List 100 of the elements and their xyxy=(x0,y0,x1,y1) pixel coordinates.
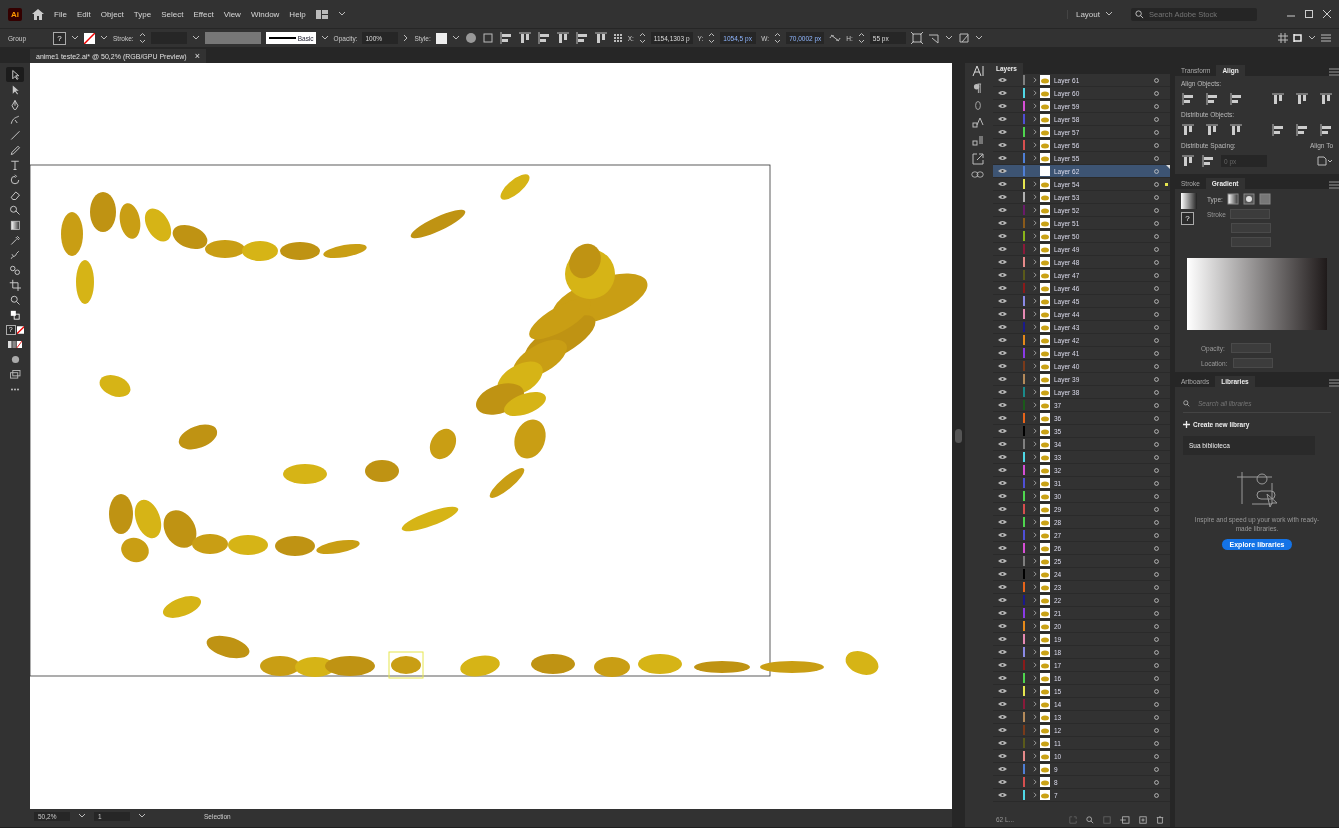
links-icon[interactable] xyxy=(971,171,984,178)
menu-item[interactable]: View xyxy=(223,7,241,21)
target-circle-icon[interactable] xyxy=(1153,506,1159,512)
expand-chevron-icon[interactable] xyxy=(1033,376,1037,382)
visibility-eye-icon[interactable] xyxy=(997,90,1007,96)
target-circle-icon[interactable] xyxy=(1153,597,1159,603)
visibility-eye-icon[interactable] xyxy=(997,350,1007,356)
visibility-eye-icon[interactable] xyxy=(997,441,1007,447)
target-circle-icon[interactable] xyxy=(1153,727,1159,733)
align-icon[interactable] xyxy=(1295,92,1309,106)
visibility-eye-icon[interactable] xyxy=(997,181,1007,187)
menu-item[interactable]: Type xyxy=(133,7,152,21)
target-circle-icon[interactable] xyxy=(1153,350,1159,356)
visibility-eye-icon[interactable] xyxy=(997,662,1007,668)
menu-item[interactable]: Select xyxy=(161,7,184,21)
target-circle-icon[interactable] xyxy=(1153,454,1159,460)
expand-chevron-icon[interactable] xyxy=(1033,714,1037,720)
chevron-down-icon[interactable] xyxy=(71,35,79,41)
expand-chevron-icon[interactable] xyxy=(1033,246,1037,252)
stepper-icon[interactable] xyxy=(857,32,865,44)
freeform-gradient-icon[interactable] xyxy=(1258,193,1271,205)
expand-chevron-icon[interactable] xyxy=(1033,194,1037,200)
vertical-scrollbar[interactable] xyxy=(952,63,965,827)
menu-item[interactable]: Edit xyxy=(76,7,91,21)
target-circle-icon[interactable] xyxy=(1153,233,1159,239)
screen-mode-icon[interactable] xyxy=(9,370,21,379)
align-icon[interactable] xyxy=(1181,154,1195,168)
expand-chevron-icon[interactable] xyxy=(1033,792,1037,798)
visibility-eye-icon[interactable] xyxy=(997,168,1007,174)
align-icon[interactable] xyxy=(1319,123,1333,137)
align-icon[interactable] xyxy=(517,31,532,45)
visibility-eye-icon[interactable] xyxy=(997,714,1007,720)
expand-chevron-icon[interactable] xyxy=(1033,207,1037,213)
expand-chevron-icon[interactable] xyxy=(1033,337,1037,343)
expand-chevron-icon[interactable] xyxy=(1033,259,1037,265)
target-circle-icon[interactable] xyxy=(1153,766,1159,772)
target-circle-icon[interactable] xyxy=(1153,714,1159,720)
align-to-icon[interactable] xyxy=(481,32,494,44)
align-icon[interactable] xyxy=(1271,123,1285,137)
visibility-eye-icon[interactable] xyxy=(997,636,1007,642)
visibility-eye-icon[interactable] xyxy=(997,623,1007,629)
expand-chevron-icon[interactable] xyxy=(1033,597,1037,603)
target-circle-icon[interactable] xyxy=(1153,792,1159,798)
visibility-eye-icon[interactable] xyxy=(997,129,1007,135)
expand-chevron-icon[interactable] xyxy=(1033,519,1037,525)
visibility-eye-icon[interactable] xyxy=(997,285,1007,291)
target-circle-icon[interactable] xyxy=(1153,285,1159,291)
target-circle-icon[interactable] xyxy=(1153,116,1159,122)
chevron-down-icon[interactable] xyxy=(1105,11,1113,17)
expand-chevron-icon[interactable] xyxy=(1033,493,1037,499)
panel-menu-icon[interactable] xyxy=(1329,379,1339,387)
visibility-eye-icon[interactable] xyxy=(997,454,1007,460)
expand-chevron-icon[interactable] xyxy=(1033,90,1037,96)
target-circle-icon[interactable] xyxy=(1153,207,1159,213)
draw-modes-icon[interactable] xyxy=(10,355,20,364)
visibility-eye-icon[interactable] xyxy=(997,428,1007,434)
target-circle-icon[interactable] xyxy=(1153,129,1159,135)
opentype-icon[interactable] xyxy=(973,100,982,111)
target-circle-icon[interactable] xyxy=(1153,675,1159,681)
align-icon[interactable] xyxy=(498,31,513,45)
expand-chevron-icon[interactable] xyxy=(1033,675,1037,681)
expand-chevron-icon[interactable] xyxy=(1033,272,1037,278)
trash-icon[interactable] xyxy=(1156,815,1164,824)
target-circle-icon[interactable] xyxy=(1153,220,1159,226)
visibility-eye-icon[interactable] xyxy=(997,493,1007,499)
target-circle-icon[interactable] xyxy=(1153,402,1159,408)
target-circle-icon[interactable] xyxy=(1153,532,1159,538)
target-circle-icon[interactable] xyxy=(1153,389,1159,395)
visibility-eye-icon[interactable] xyxy=(997,753,1007,759)
visibility-eye-icon[interactable] xyxy=(997,220,1007,226)
target-circle-icon[interactable] xyxy=(1153,77,1159,83)
grid-icon[interactable] xyxy=(1278,33,1288,43)
visibility-eye-icon[interactable] xyxy=(997,194,1007,200)
list-icon[interactable] xyxy=(1321,34,1331,42)
target-circle-icon[interactable] xyxy=(1153,194,1159,200)
expand-chevron-icon[interactable] xyxy=(1033,129,1037,135)
target-circle-icon[interactable] xyxy=(1153,584,1159,590)
target-circle-icon[interactable] xyxy=(1153,181,1159,187)
expand-chevron-icon[interactable] xyxy=(1033,402,1037,408)
target-circle-icon[interactable] xyxy=(1153,363,1159,369)
selection-indicator[interactable] xyxy=(1165,182,1168,186)
visibility-eye-icon[interactable] xyxy=(997,766,1007,772)
transform-icon[interactable] xyxy=(910,32,923,44)
expand-chevron-icon[interactable] xyxy=(1033,155,1037,161)
close-icon[interactable] xyxy=(1323,10,1331,18)
reference-point-icon[interactable] xyxy=(612,33,623,43)
expand-chevron-icon[interactable] xyxy=(1033,324,1037,330)
align-icon[interactable] xyxy=(1229,92,1243,106)
visibility-eye-icon[interactable] xyxy=(997,272,1007,278)
align-icon[interactable] xyxy=(1201,154,1215,168)
paragraph-icon[interactable] xyxy=(973,83,982,94)
expand-chevron-icon[interactable] xyxy=(1033,727,1037,733)
align-icon[interactable] xyxy=(1181,92,1195,106)
export-icon[interactable] xyxy=(971,153,984,165)
stepper-icon[interactable] xyxy=(638,32,646,44)
align-icon[interactable] xyxy=(555,31,570,45)
target-circle-icon[interactable] xyxy=(1153,753,1159,759)
target-circle-icon[interactable] xyxy=(1153,558,1159,564)
new-layer-icon[interactable] xyxy=(1139,815,1147,824)
visibility-eye-icon[interactable] xyxy=(997,363,1007,369)
